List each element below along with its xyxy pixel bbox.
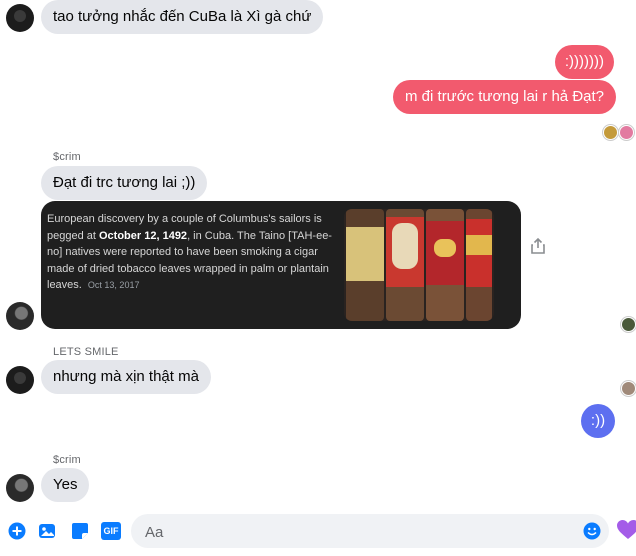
message-composer[interactable] — [131, 514, 609, 550]
avatar[interactable] — [6, 4, 34, 32]
sender-name: LETS SMILE — [53, 346, 119, 358]
link-preview-card[interactable]: European discovery by a couple of Columb… — [41, 201, 521, 329]
message-bubble: Yes — [41, 468, 90, 502]
message-bubble: tao tưởng nhắc đến CuBa là Xì gà chứ — [41, 0, 324, 34]
heart-icon[interactable] — [617, 520, 636, 540]
message-input[interactable] — [143, 514, 567, 550]
message-bubble: nhưng mà xịn thật mà — [41, 360, 211, 394]
avatar[interactable] — [6, 302, 34, 330]
seen-avatar — [621, 381, 636, 396]
avatar[interactable] — [6, 474, 34, 502]
message-bubble-outgoing: :)) — [581, 404, 615, 438]
seen-avatar — [619, 125, 634, 140]
plus-circle-icon[interactable] — [8, 522, 26, 540]
avatar[interactable] — [6, 366, 34, 394]
message-bubble-outgoing: :))))))) — [554, 45, 614, 79]
message-bubble: Đạt đi trc tương lai ;)) — [41, 166, 208, 200]
sticker-icon[interactable] — [71, 522, 89, 540]
message-bubble-outgoing: m đi trước tương lai r hả Đạt? — [393, 80, 616, 114]
seen-avatar — [603, 125, 618, 140]
seen-avatar — [621, 317, 636, 332]
link-preview-text: European discovery by a couple of Columb… — [47, 213, 332, 291]
emoji-icon[interactable] — [583, 522, 601, 540]
sender-name: $crim — [53, 151, 81, 163]
share-icon[interactable] — [530, 237, 546, 255]
image-icon[interactable] — [38, 522, 56, 540]
cigars-photo — [344, 209, 494, 321]
sender-name: $crim — [53, 454, 81, 466]
gif-icon[interactable]: GIF — [101, 522, 121, 540]
